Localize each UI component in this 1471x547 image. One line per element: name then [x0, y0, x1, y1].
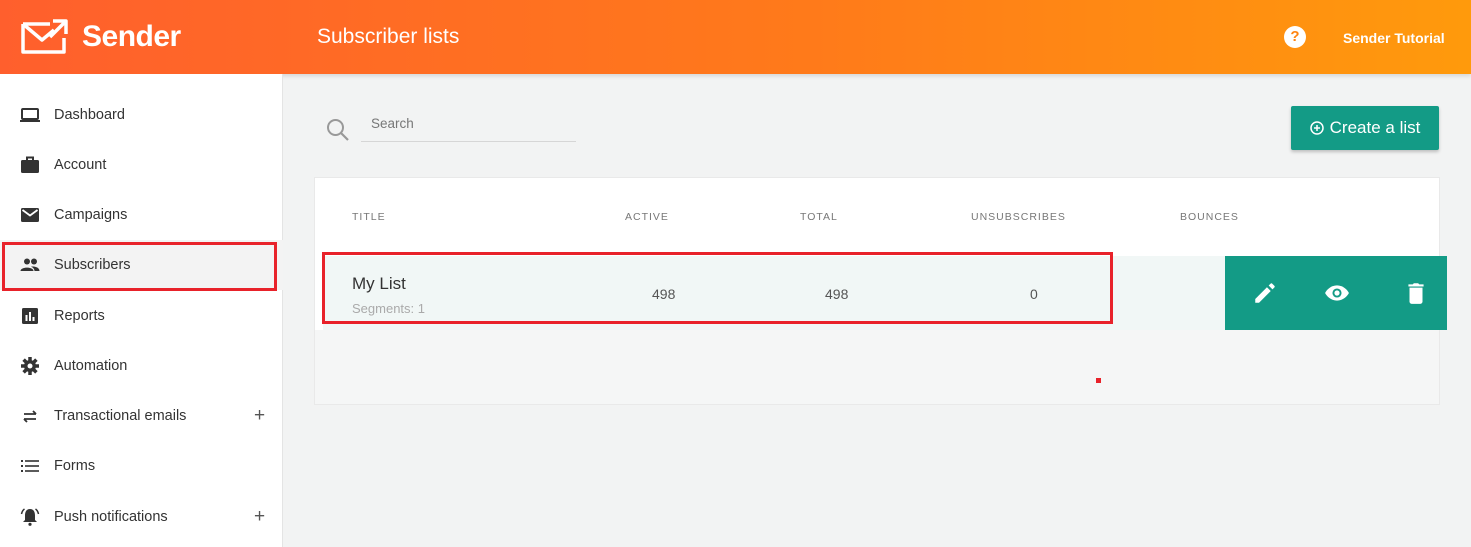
sidebar-item-label: Reports — [54, 308, 105, 324]
create-list-label: Create a list — [1329, 118, 1421, 137]
column-header-unsubscribes[interactable]: UNSUBSCRIBES — [971, 211, 1066, 223]
highlight-box — [2, 242, 277, 291]
briefcase-icon — [21, 156, 39, 173]
column-header-active[interactable]: ACTIVE — [625, 211, 669, 223]
search-icon[interactable] — [325, 117, 351, 143]
sidebar: Dashboard Account Campaigns Subscribers — [0, 74, 283, 547]
help-icon[interactable]: ? — [1284, 26, 1306, 48]
swap-arrows-icon — [23, 410, 37, 423]
annotation-dot — [1096, 378, 1101, 383]
sidebar-item-label: Campaigns — [54, 207, 128, 223]
sidebar-item-label: Automation — [54, 358, 128, 374]
sidebar-item-label: Account — [54, 157, 107, 173]
user-menu[interactable]: Sender Tutorial — [1343, 30, 1445, 46]
list-icon — [21, 460, 39, 472]
table-footer — [315, 330, 1439, 404]
expand-icon[interactable]: + — [254, 506, 265, 528]
brand-name: Sender — [82, 20, 181, 53]
gear-icon — [21, 357, 39, 375]
search-input[interactable] — [361, 108, 576, 138]
bar-chart-icon — [22, 308, 38, 324]
highlight-box — [322, 252, 1113, 324]
sidebar-item-automation[interactable]: Automation — [0, 341, 283, 391]
plus-circle-icon — [1309, 121, 1324, 135]
row-actions — [1225, 256, 1447, 330]
delete-icon[interactable] — [1403, 280, 1429, 306]
sidebar-item-forms[interactable]: Forms — [0, 441, 283, 491]
bell-icon — [20, 508, 40, 526]
expand-icon[interactable]: + — [254, 405, 265, 427]
envelope-send-icon — [21, 19, 68, 54]
top-bar: Sender Subscriber lists ? Sender Tutoria… — [0, 0, 1471, 74]
sidebar-item-account[interactable]: Account — [0, 140, 283, 190]
sidebar-item-label: Dashboard — [54, 107, 125, 123]
page-title: Subscriber lists — [317, 25, 460, 48]
column-header-title[interactable]: TITLE — [352, 211, 386, 223]
sidebar-item-label: Push notifications — [54, 509, 168, 525]
sidebar-item-push-notifications[interactable]: Push notifications + — [0, 492, 283, 542]
envelope-icon — [21, 208, 39, 222]
sidebar-item-label: Transactional emails — [54, 408, 187, 424]
logo[interactable]: Sender — [20, 18, 181, 56]
sidebar-item-reports[interactable]: Reports — [0, 291, 283, 341]
sidebar-item-campaigns[interactable]: Campaigns — [0, 190, 283, 240]
column-header-bounces[interactable]: BOUNCES — [1180, 211, 1239, 223]
laptop-icon — [20, 108, 40, 122]
edit-icon[interactable] — [1252, 280, 1278, 306]
column-header-total[interactable]: TOTAL — [800, 211, 838, 223]
create-list-button[interactable]: Create a list — [1291, 106, 1439, 150]
sidebar-item-transactional-emails[interactable]: Transactional emails + — [0, 391, 283, 441]
sidebar-item-label: Forms — [54, 458, 96, 474]
sidebar-item-dashboard[interactable]: Dashboard — [0, 90, 283, 140]
search-field — [361, 108, 576, 142]
view-icon[interactable] — [1324, 280, 1350, 306]
